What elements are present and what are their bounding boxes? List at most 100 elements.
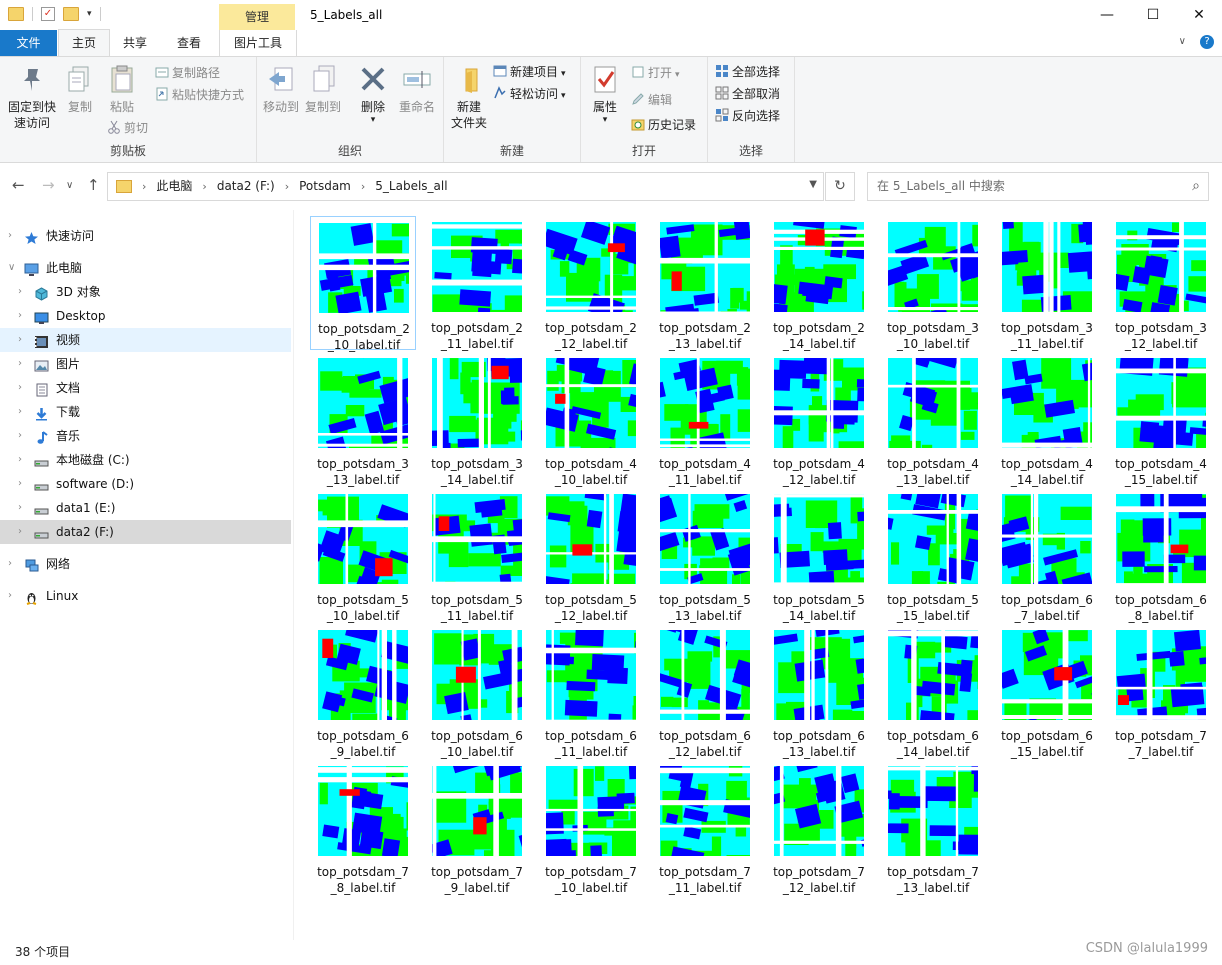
chevron-right-icon[interactable]: ›	[8, 552, 12, 576]
chevron-right-icon[interactable]: ›	[285, 173, 289, 200]
tab-picture-tools[interactable]: 图片工具	[219, 30, 297, 56]
new-item-button[interactable]: 新建项目 ▾	[493, 62, 566, 82]
new-folder-button[interactable]: 新建 文件夹	[448, 63, 490, 131]
file-item[interactable]: top_potsdam_6 _9_label.tif	[310, 624, 416, 759]
customize-toolbar-icon[interactable]: ▾	[87, 9, 92, 19]
sidebar-item-1[interactable]: ∨ 此电脑	[0, 256, 291, 280]
maximize-button[interactable]: ☐	[1130, 0, 1176, 30]
select-none-button[interactable]: 全部取消	[715, 84, 780, 104]
tab-view[interactable]: 查看	[163, 30, 215, 56]
file-item[interactable]: top_potsdam_3 _14_label.tif	[424, 352, 530, 487]
file-item[interactable]: top_potsdam_4 _11_label.tif	[652, 352, 758, 487]
chevron-right-icon[interactable]: ›	[18, 328, 22, 352]
pin-to-quick-access-button[interactable]: 固定到快 速访问	[6, 63, 58, 131]
select-all-button[interactable]: 全部选择	[715, 62, 780, 82]
file-item[interactable]: top_potsdam_6 _13_label.tif	[766, 624, 872, 759]
file-item[interactable]: top_potsdam_4 _12_label.tif	[766, 352, 872, 487]
sidebar-item-14[interactable]: › Linux	[0, 584, 291, 608]
file-item[interactable]: top_potsdam_7 _11_label.tif	[652, 760, 758, 895]
sidebar-item-4[interactable]: › 视频	[0, 328, 291, 352]
breadcrumb-this-pc[interactable]: 此电脑	[156, 173, 192, 200]
back-button[interactable]: ←	[12, 176, 25, 194]
file-item[interactable]: top_potsdam_5 _13_label.tif	[652, 488, 758, 623]
file-item[interactable]: top_potsdam_5 _15_label.tif	[880, 488, 986, 623]
file-item[interactable]: top_potsdam_4 _10_label.tif	[538, 352, 644, 487]
file-item[interactable]: top_potsdam_7 _10_label.tif	[538, 760, 644, 895]
tab-manage[interactable]: 管理	[219, 4, 295, 30]
chevron-right-icon[interactable]: ›	[18, 472, 22, 496]
delete-button[interactable]: 删除 ▾	[355, 63, 391, 125]
sidebar-item-12[interactable]: › data2 (F:)	[0, 520, 291, 544]
sidebar-item-13[interactable]: › 网络	[0, 552, 291, 576]
chevron-down-icon[interactable]: ∨	[8, 256, 15, 280]
file-item[interactable]: top_potsdam_6 _12_label.tif	[652, 624, 758, 759]
sidebar-item-3[interactable]: › Desktop	[0, 304, 291, 328]
address-bar[interactable]: › 此电脑 › data2 (F:) › Potsdam › 5_Labels_…	[107, 172, 824, 201]
file-item[interactable]: top_potsdam_4 _13_label.tif	[880, 352, 986, 487]
file-item[interactable]: top_potsdam_2 _10_label.tif	[310, 216, 416, 352]
chevron-right-icon[interactable]: ›	[18, 376, 22, 400]
chevron-right-icon[interactable]: ›	[202, 173, 206, 200]
file-item[interactable]: top_potsdam_2 _14_label.tif	[766, 216, 872, 351]
easy-access-button[interactable]: 轻松访问 ▾	[493, 84, 566, 104]
chevron-right-icon[interactable]: ›	[142, 173, 146, 200]
properties-checkmark-icon[interactable]: ✓	[41, 7, 55, 21]
sidebar-item-11[interactable]: › data1 (E:)	[0, 496, 291, 520]
file-item[interactable]: top_potsdam_3 _13_label.tif	[310, 352, 416, 487]
chevron-right-icon[interactable]: ›	[8, 584, 12, 608]
file-item[interactable]: top_potsdam_2 _11_label.tif	[424, 216, 530, 351]
file-item[interactable]: top_potsdam_3 _11_label.tif	[994, 216, 1100, 351]
refresh-button[interactable]: ↻	[825, 172, 855, 201]
sidebar-item-7[interactable]: › 下载	[0, 400, 291, 424]
recent-locations-button[interactable]: ∨	[66, 180, 73, 191]
chevron-right-icon[interactable]: ›	[18, 448, 22, 472]
file-item[interactable]: top_potsdam_6 _10_label.tif	[424, 624, 530, 759]
sidebar-item-2[interactable]: › 3D 对象	[0, 280, 291, 304]
file-item[interactable]: top_potsdam_2 _12_label.tif	[538, 216, 644, 351]
rename-button[interactable]: 重命名	[395, 63, 439, 115]
sidebar-item-5[interactable]: › 图片	[0, 352, 291, 376]
breadcrumb-drive[interactable]: data2 (F:)	[217, 173, 275, 200]
history-button[interactable]: 历史记录	[631, 115, 696, 135]
tab-home[interactable]: 主页	[58, 29, 110, 56]
help-icon[interactable]: ?	[1200, 35, 1214, 49]
paste-shortcut-button[interactable]: 粘贴快捷方式	[155, 85, 244, 105]
invert-selection-button[interactable]: 反向选择	[715, 106, 780, 126]
file-item[interactable]: top_potsdam_3 _12_label.tif	[1108, 216, 1214, 351]
file-item[interactable]: top_potsdam_6 _14_label.tif	[880, 624, 986, 759]
file-item[interactable]: top_potsdam_7 _9_label.tif	[424, 760, 530, 895]
copy-to-button[interactable]: 复制到	[303, 63, 343, 115]
file-item[interactable]: top_potsdam_5 _12_label.tif	[538, 488, 644, 623]
new-folder-icon[interactable]	[63, 7, 79, 21]
file-item[interactable]: top_potsdam_7 _7_label.tif	[1108, 624, 1214, 759]
copy-path-button[interactable]: 复制路径	[155, 63, 220, 83]
paste-button[interactable]: 粘贴	[102, 63, 142, 115]
file-item[interactable]: top_potsdam_4 _15_label.tif	[1108, 352, 1214, 487]
file-item[interactable]: top_potsdam_2 _13_label.tif	[652, 216, 758, 351]
file-item[interactable]: top_potsdam_5 _10_label.tif	[310, 488, 416, 623]
sidebar-item-9[interactable]: › 本地磁盘 (C:)	[0, 448, 291, 472]
chevron-right-icon[interactable]: ›	[18, 280, 22, 304]
cut-button[interactable]: 剪切	[107, 118, 148, 138]
minimize-button[interactable]: —	[1084, 0, 1130, 30]
file-item[interactable]: top_potsdam_7 _12_label.tif	[766, 760, 872, 895]
tab-share[interactable]: 共享	[112, 30, 158, 56]
forward-button[interactable]: →	[42, 176, 55, 194]
chevron-right-icon[interactable]: ›	[8, 224, 12, 248]
file-item[interactable]: top_potsdam_5 _11_label.tif	[424, 488, 530, 623]
chevron-right-icon[interactable]: ›	[361, 173, 365, 200]
sidebar-item-6[interactable]: › 文档	[0, 376, 291, 400]
sidebar-item-0[interactable]: › 快速访问	[0, 224, 291, 248]
file-item[interactable]: top_potsdam_7 _8_label.tif	[310, 760, 416, 895]
file-item[interactable]: top_potsdam_6 _8_label.tif	[1108, 488, 1214, 623]
chevron-right-icon[interactable]: ›	[18, 424, 22, 448]
chevron-right-icon[interactable]: ›	[18, 304, 22, 328]
search-icon[interactable]: ⌕	[1192, 178, 1200, 194]
sidebar-item-8[interactable]: › 音乐	[0, 424, 291, 448]
properties-button[interactable]: 属性 ▾	[585, 63, 625, 125]
open-button[interactable]: 打开 ▾	[631, 63, 680, 83]
close-button[interactable]: ✕	[1176, 0, 1222, 30]
sidebar-item-10[interactable]: › software (D:)	[0, 472, 291, 496]
chevron-down-icon[interactable]: ▼	[809, 179, 817, 190]
move-to-button[interactable]: 移动到	[261, 63, 301, 115]
